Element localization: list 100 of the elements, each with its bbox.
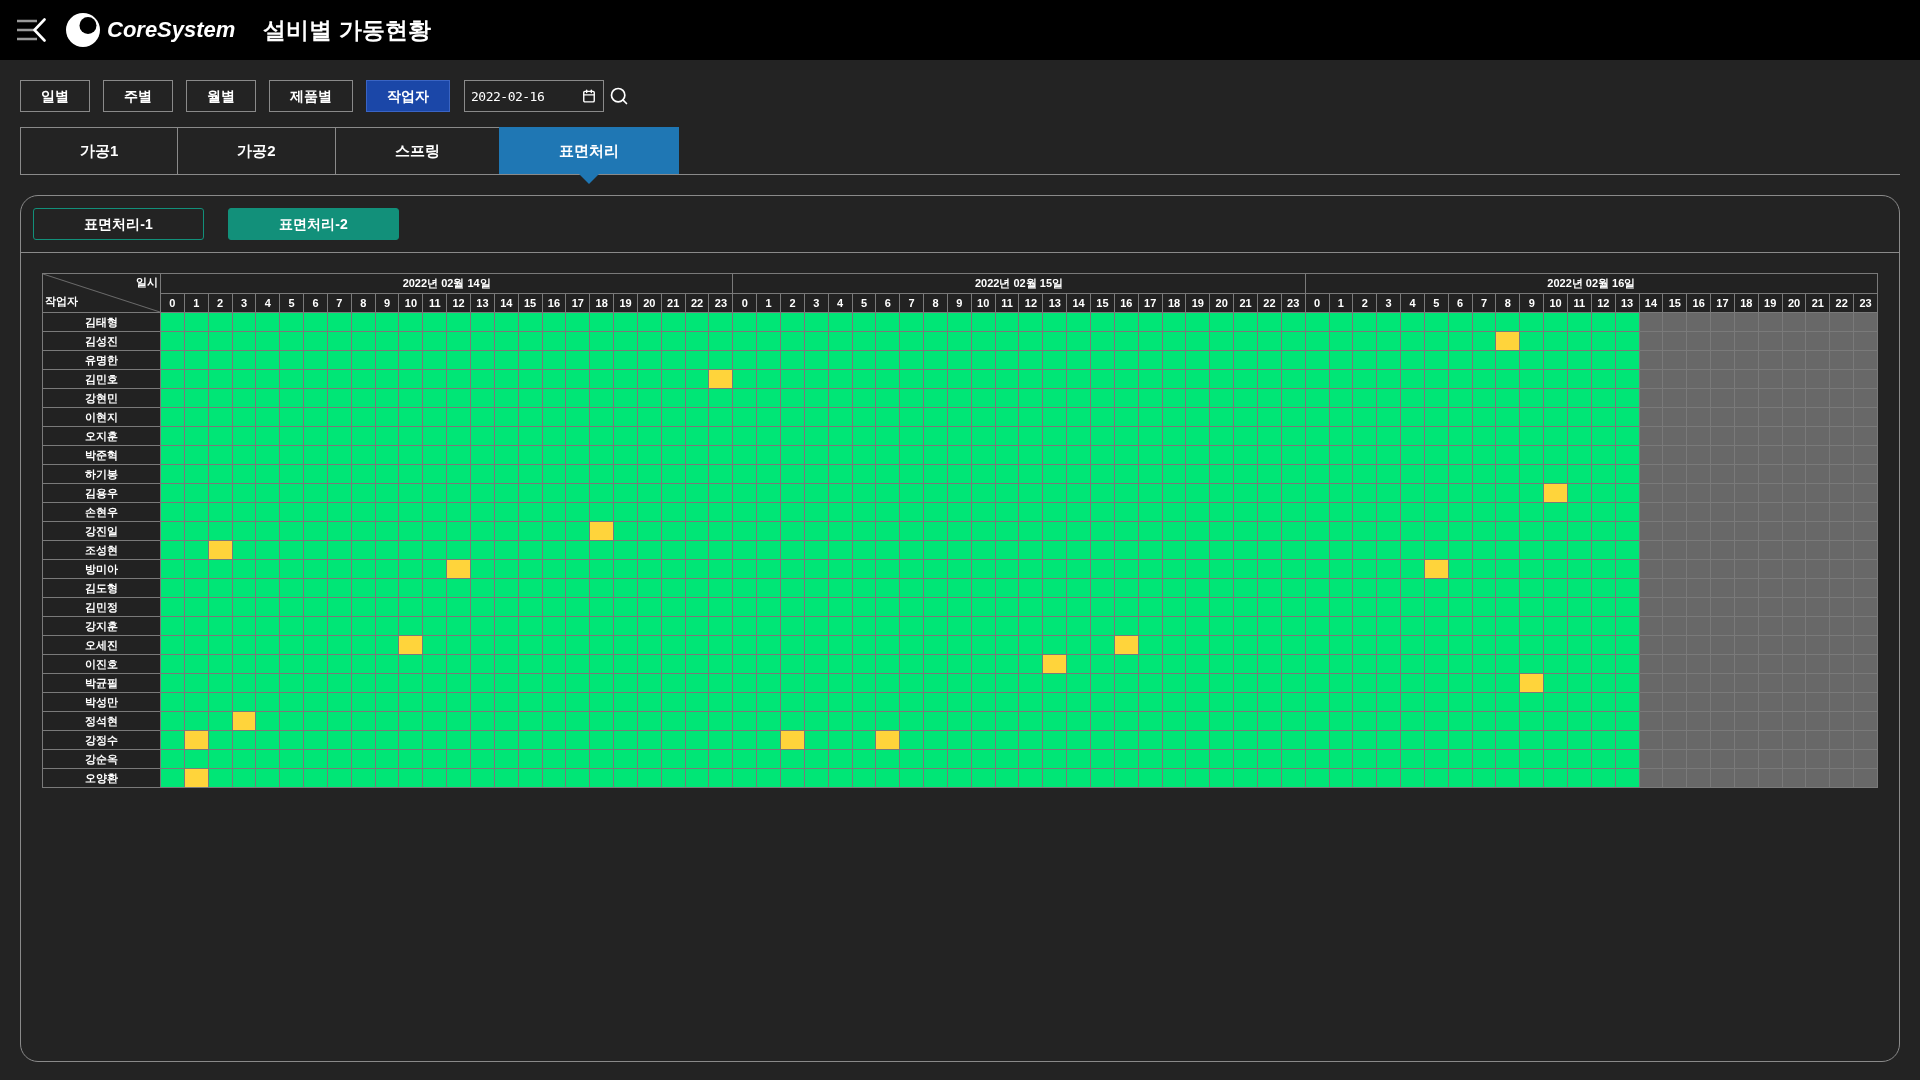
worker-name: 박성만 xyxy=(43,693,160,711)
hour-header: 20 xyxy=(637,294,661,312)
view-button[interactable]: 일별 xyxy=(20,80,90,112)
hour-header: 8 xyxy=(1496,294,1520,312)
row-label: 작업자 xyxy=(45,294,78,308)
worker-name: 강정수 xyxy=(43,731,160,749)
hour-header: 18 xyxy=(590,294,614,312)
hour-header: 19 xyxy=(614,294,637,312)
hour-header: 2 xyxy=(208,294,232,312)
hour-header: 9 xyxy=(1520,294,1544,312)
menu-icon[interactable] xyxy=(17,18,46,42)
hour-header: 3 xyxy=(232,294,256,312)
hour-header: 16 xyxy=(1687,294,1711,312)
hour-header: 14 xyxy=(494,294,518,312)
worker-name: 김태형 xyxy=(43,313,160,331)
hour-header: 13 xyxy=(1615,294,1639,312)
hour-header: 21 xyxy=(1234,294,1257,312)
hour-header: 0 xyxy=(733,294,757,312)
worker-name: 박균필 xyxy=(43,674,160,692)
worker-name: 김민호 xyxy=(43,370,160,388)
hour-header: 0 xyxy=(161,294,184,312)
hour-header: 15 xyxy=(518,294,542,312)
hour-header: 7 xyxy=(327,294,351,312)
hour-header: 6 xyxy=(1448,294,1472,312)
worker-name: 오지훈 xyxy=(43,427,160,445)
hour-header: 10 xyxy=(971,294,995,312)
hour-header: 10 xyxy=(399,294,423,312)
calendar-icon[interactable] xyxy=(582,89,596,103)
hour-header: 20 xyxy=(1210,294,1234,312)
column-label: 일시 xyxy=(136,275,158,289)
date-header: 2022년 02월 14일 xyxy=(161,274,733,293)
hour-header: 22 xyxy=(685,294,709,312)
hour-header: 16 xyxy=(542,294,566,312)
hour-header: 11 xyxy=(423,294,447,312)
sub-tab[interactable]: 표면처리-2 xyxy=(228,208,399,240)
view-button[interactable]: 주별 xyxy=(103,80,173,112)
hour-header: 1 xyxy=(757,294,780,312)
worker-name: 김성진 xyxy=(43,332,160,350)
worker-name: 강현민 xyxy=(43,389,160,407)
worker-name: 조성현 xyxy=(43,541,160,559)
logo-text: CoreSystem xyxy=(107,19,236,41)
hour-header: 8 xyxy=(351,294,375,312)
hour-header: 7 xyxy=(1472,294,1496,312)
hour-header: 3 xyxy=(1377,294,1401,312)
hour-header: 15 xyxy=(1091,294,1114,312)
logo-icon xyxy=(66,13,100,47)
hour-header: 13 xyxy=(1043,294,1067,312)
worker-name: 방미아 xyxy=(43,560,160,578)
tab[interactable]: 표면처리 xyxy=(498,127,679,174)
hour-header: 18 xyxy=(1162,294,1186,312)
hour-header: 21 xyxy=(661,294,685,312)
hour-header: 17 xyxy=(1138,294,1162,312)
date-input[interactable]: 2022-02-16 xyxy=(464,80,604,112)
hour-header: 5 xyxy=(1424,294,1448,312)
hour-header: 12 xyxy=(1591,294,1615,312)
hour-header: 8 xyxy=(924,294,947,312)
worker-name: 강지훈 xyxy=(43,617,160,635)
worker-name: 이진호 xyxy=(43,655,160,673)
hour-header: 4 xyxy=(256,294,280,312)
worker-name: 정석현 xyxy=(43,712,160,730)
hour-header: 4 xyxy=(1401,294,1424,312)
tab[interactable]: 가공1 xyxy=(20,127,179,174)
worker-name: 김민정 xyxy=(43,598,160,616)
hour-header: 21 xyxy=(1806,294,1830,312)
hour-header: 10 xyxy=(1544,294,1567,312)
worker-name: 하기봉 xyxy=(43,465,160,483)
hour-header: 9 xyxy=(375,294,399,312)
hour-header: 3 xyxy=(804,294,828,312)
hour-header: 1 xyxy=(184,294,208,312)
worker-name: 김용우 xyxy=(43,484,160,502)
hour-header: 11 xyxy=(1568,294,1591,312)
pointer-icon xyxy=(578,174,599,184)
hour-header: 15 xyxy=(1663,294,1687,312)
worker-name: 이현지 xyxy=(43,408,160,426)
hour-header: 14 xyxy=(1067,294,1091,312)
view-button[interactable]: 작업자 xyxy=(366,80,450,112)
hour-header: 7 xyxy=(900,294,924,312)
view-button[interactable]: 월별 xyxy=(186,80,256,112)
sub-tab[interactable]: 표면처리-1 xyxy=(33,208,204,240)
worker-name: 오세진 xyxy=(43,636,160,654)
hour-header: 20 xyxy=(1782,294,1806,312)
worker-name: 강순옥 xyxy=(43,750,160,768)
hour-header: 16 xyxy=(1114,294,1138,312)
hour-header: 23 xyxy=(1281,294,1305,312)
hour-header: 17 xyxy=(566,294,590,312)
date-header: 2022년 02월 15일 xyxy=(733,274,1305,293)
hour-header: 6 xyxy=(304,294,327,312)
hour-header: 22 xyxy=(1257,294,1281,312)
hour-header: 17 xyxy=(1711,294,1734,312)
date-header: 2022년 02월 16일 xyxy=(1305,274,1877,293)
hour-header: 11 xyxy=(995,294,1019,312)
view-button[interactable]: 제품별 xyxy=(269,80,353,112)
page-title: 설비별 가동현황 xyxy=(263,18,431,42)
hour-header: 12 xyxy=(1019,294,1043,312)
hour-header: 23 xyxy=(1854,294,1877,312)
hour-header: 19 xyxy=(1186,294,1210,312)
hour-header: 5 xyxy=(280,294,304,312)
search-icon[interactable] xyxy=(609,86,629,106)
hour-header: 0 xyxy=(1305,294,1329,312)
worker-name: 김도형 xyxy=(43,579,160,597)
